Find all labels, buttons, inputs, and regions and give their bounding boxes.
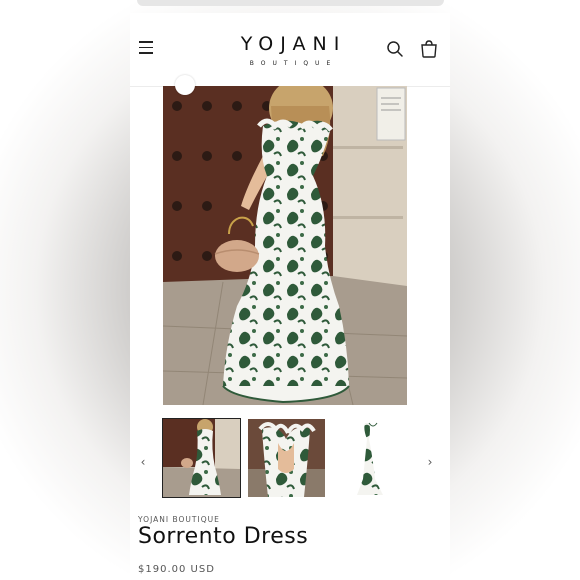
phone-screen: YOJANI BOUTIQUE ‹ › YOJANI BOUTIQUE Sorr… bbox=[130, 13, 450, 580]
chevron-left-icon[interactable]: ‹ bbox=[136, 455, 150, 469]
search-icon[interactable] bbox=[386, 40, 404, 58]
thumbnail-1[interactable] bbox=[162, 418, 241, 498]
cart-icon[interactable] bbox=[419, 39, 439, 59]
thumbnail-strip: ‹ › bbox=[130, 418, 450, 503]
menu-icon[interactable] bbox=[139, 41, 153, 55]
product-vendor[interactable]: YOJANI BOUTIQUE bbox=[138, 515, 220, 524]
store-logo[interactable]: YOJANI BOUTIQUE bbox=[200, 33, 380, 67]
thumbnail-3[interactable] bbox=[333, 419, 410, 497]
product-title: Sorrento Dress bbox=[138, 524, 309, 549]
logo-tagline: BOUTIQUE bbox=[249, 60, 338, 67]
site-header: YOJANI BOUTIQUE bbox=[130, 13, 450, 87]
product-main-image[interactable] bbox=[162, 78, 408, 406]
thumbnail-2[interactable] bbox=[248, 419, 325, 497]
chevron-right-icon[interactable]: › bbox=[423, 455, 437, 469]
logo-name: YOJANI bbox=[240, 33, 347, 55]
product-price: $190.00 USD bbox=[138, 564, 215, 575]
zoom-icon[interactable] bbox=[175, 75, 195, 95]
browser-top-bar bbox=[137, 0, 444, 6]
